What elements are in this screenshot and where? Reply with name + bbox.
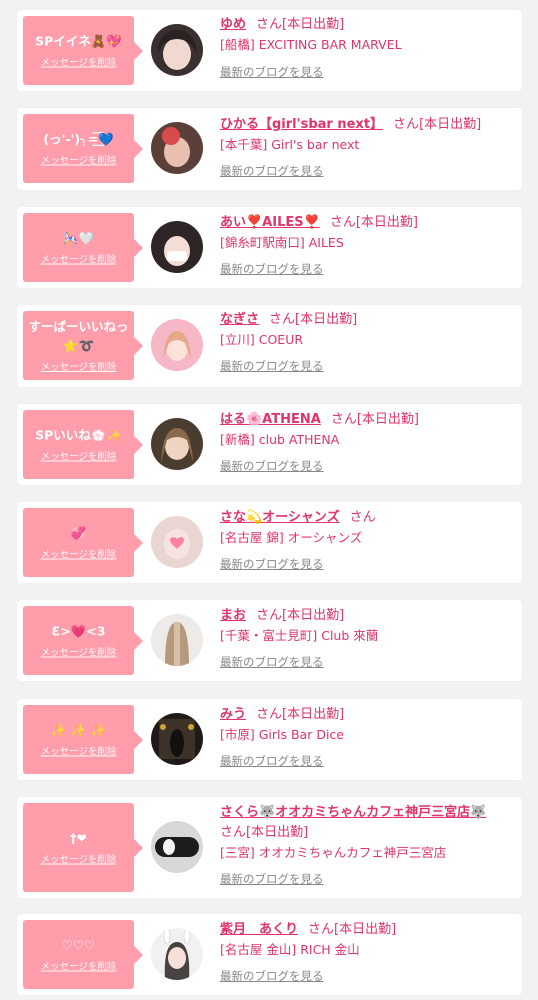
message-bubble: 💞 メッセージを削除: [23, 508, 143, 577]
delete-message-link[interactable]: メッセージを削除: [41, 56, 117, 70]
latest-blog-link[interactable]: 最新のブログを見る: [220, 652, 324, 672]
latest-blog-link[interactable]: 最新のブログを見る: [220, 161, 324, 181]
message-text: Ɛ>💗<3: [51, 623, 106, 638]
message-text: SPいいね💮✨: [35, 427, 122, 442]
delete-message-link[interactable]: メッセージを削除: [41, 253, 117, 267]
message-text: (っ'-')╮=͟͟͞͞💙: [43, 131, 114, 146]
list-item: (っ'-')╮=͟͟͞͞💙 メッセージを削除 ひかる【girl'sbar nex…: [17, 108, 522, 190]
message-bubble: †❤ メッセージを削除: [23, 803, 143, 892]
honorific: さん: [256, 707, 283, 722]
avatar[interactable]: [151, 614, 203, 666]
shop-name: [名古屋 錦] オーシャンズ: [220, 530, 363, 545]
delete-message-link[interactable]: メッセージを削除: [41, 646, 117, 660]
delete-message-link[interactable]: メッセージを削除: [41, 548, 117, 562]
shop-name: [千葉・富士見町] Club 來蘭: [220, 628, 379, 643]
delete-message-link[interactable]: メッセージを削除: [41, 361, 117, 375]
cast-name-link[interactable]: ひかる【girl'sbar next】: [220, 117, 383, 132]
avatar[interactable]: [151, 418, 203, 470]
list-item: SPイイネ🧸💖 メッセージを削除 ゆめ さん[本日出勤] [船橋] EXCITIN…: [17, 10, 522, 91]
latest-blog-link[interactable]: 最新のブログを見る: [220, 456, 324, 476]
honorific: さん: [393, 117, 420, 132]
work-status: [本日出勤]: [334, 922, 397, 937]
latest-blog-link[interactable]: 最新のブログを見る: [220, 751, 324, 771]
honorific: さん: [308, 922, 335, 937]
work-status: [本日出勤]: [246, 825, 309, 840]
delete-message-link[interactable]: メッセージを削除: [41, 960, 117, 974]
shop-name: [船橋] EXCITING BAR MARVEL: [220, 37, 402, 52]
latest-blog-link[interactable]: 最新のブログを見る: [220, 259, 324, 279]
honorific: さん: [256, 17, 283, 32]
message-text: †❤: [70, 830, 87, 845]
honorific: さん: [269, 312, 296, 327]
work-status: [本日出勤]: [282, 608, 345, 623]
cast-name-link[interactable]: あい❣️AILES❣️: [220, 215, 320, 230]
message-text: すーぱーいいねっ ⭐️➰: [28, 318, 129, 353]
message-text: ♡♡♡: [61, 937, 96, 952]
avatar[interactable]: [151, 319, 203, 371]
honorific: さん: [256, 608, 283, 623]
delete-message-link[interactable]: メッセージを削除: [41, 450, 117, 464]
cast-name-link[interactable]: さな💫オーシャンズ: [220, 510, 340, 525]
message-bubble: ♡♡♡ メッセージを削除: [23, 920, 143, 989]
honorific: さん: [329, 215, 356, 230]
avatar[interactable]: [151, 122, 203, 174]
work-status: [本日出勤]: [419, 117, 482, 132]
message-text: SPイイネ🧸💖: [35, 33, 122, 48]
shop-name: [新橋] club ATHENA: [220, 432, 340, 447]
shop-name: [本千葉] Girl's bar next: [220, 137, 360, 152]
message-bubble: (っ'-')╮=͟͟͞͞💙 メッセージを削除: [23, 114, 143, 183]
message-text: 🎠🤍: [62, 230, 95, 245]
message-bubble: 🎠🤍 メッセージを削除: [23, 213, 143, 282]
cast-name-link[interactable]: まお: [220, 608, 246, 623]
honorific: さん: [330, 412, 357, 427]
list-item: すーぱーいいねっ ⭐️➰ メッセージを削除 なぎさ さん[本日出勤] [立川] C…: [17, 305, 522, 387]
message-bubble: SPイイネ🧸💖 メッセージを削除: [23, 16, 143, 85]
shop-name: [錦糸町駅南口] AILES: [220, 235, 344, 250]
cast-name-link[interactable]: なぎさ: [220, 312, 259, 327]
honorific: さん: [220, 825, 247, 840]
message-bubble: ✨ ✨ ✨ メッセージを削除: [23, 705, 143, 774]
avatar[interactable]: [151, 221, 203, 273]
list-item: SPいいね💮✨ メッセージを削除 はる🌸ATHENA さん[本日出勤] [新橋] …: [17, 404, 522, 485]
honorific: さん: [349, 510, 376, 525]
latest-blog-link[interactable]: 最新のブログを見る: [220, 62, 324, 82]
avatar[interactable]: [151, 516, 203, 568]
work-status: [本日出勤]: [282, 707, 345, 722]
list-item: ♡♡♡ メッセージを削除 紫月 あくり さん[本日出勤] [名古屋 金山] RIC…: [17, 914, 522, 995]
delete-message-link[interactable]: メッセージを削除: [41, 745, 117, 759]
cast-name-link[interactable]: はる🌸ATHENA: [220, 412, 321, 427]
latest-blog-link[interactable]: 最新のブログを見る: [220, 869, 324, 889]
message-text: ✨ ✨ ✨: [50, 722, 107, 737]
work-status: [本日出勤]: [356, 412, 419, 427]
message-text: 💞: [70, 525, 87, 540]
delete-message-link[interactable]: メッセージを削除: [41, 154, 117, 168]
cast-name-link[interactable]: さくら🐺オオカミちゃんカフェ神戸三宮店🐺: [220, 805, 486, 820]
shop-name: [名古屋 金山] RICH 金山: [220, 942, 360, 957]
list-item: 💞 メッセージを削除 さな💫オーシャンズ さん [名古屋 錦] オーシャンズ 最新…: [17, 502, 522, 583]
message-bubble: Ɛ>💗<3 メッセージを削除: [23, 606, 143, 675]
work-status: [本日出勤]: [355, 215, 418, 230]
latest-blog-link[interactable]: 最新のブログを見る: [220, 966, 324, 986]
shop-name: [市原] Girls Bar Dice: [220, 727, 344, 742]
cast-name-link[interactable]: 紫月 あくり: [220, 922, 298, 937]
delete-message-link[interactable]: メッセージを削除: [41, 853, 117, 867]
shop-name: [立川] COEUR: [220, 332, 304, 347]
work-status: [本日出勤]: [295, 312, 358, 327]
avatar[interactable]: [151, 24, 203, 76]
avatar[interactable]: [151, 713, 203, 765]
latest-blog-link[interactable]: 最新のブログを見る: [220, 554, 324, 574]
list-item: 🎠🤍 メッセージを削除 あい❣️AILES❣️ さん[本日出勤] [錦糸町駅南口]…: [17, 207, 522, 288]
cast-name-link[interactable]: ゆめ: [220, 17, 246, 32]
shop-name: [三宮] オオカミちゃんカフェ神戸三宮店: [220, 845, 447, 860]
list-item: ✨ ✨ ✨ メッセージを削除 みう さん[本日出勤] [市原] Girls Bar…: [17, 699, 522, 780]
list-item: Ɛ>💗<3 メッセージを削除 まお さん[本日出勤] [千葉・富士見町] Club…: [17, 600, 522, 681]
cast-name-link[interactable]: みう: [220, 707, 246, 722]
avatar[interactable]: [151, 928, 203, 980]
latest-blog-link[interactable]: 最新のブログを見る: [220, 356, 324, 376]
work-status: [本日出勤]: [282, 17, 345, 32]
message-bubble: SPいいね💮✨ メッセージを削除: [23, 410, 143, 479]
list-item: †❤ メッセージを削除 さくら🐺オオカミちゃんカフェ神戸三宮店🐺 さん[本日出勤]…: [17, 797, 522, 898]
avatar[interactable]: [151, 821, 203, 873]
message-bubble: すーぱーいいねっ ⭐️➰ メッセージを削除: [23, 311, 143, 380]
